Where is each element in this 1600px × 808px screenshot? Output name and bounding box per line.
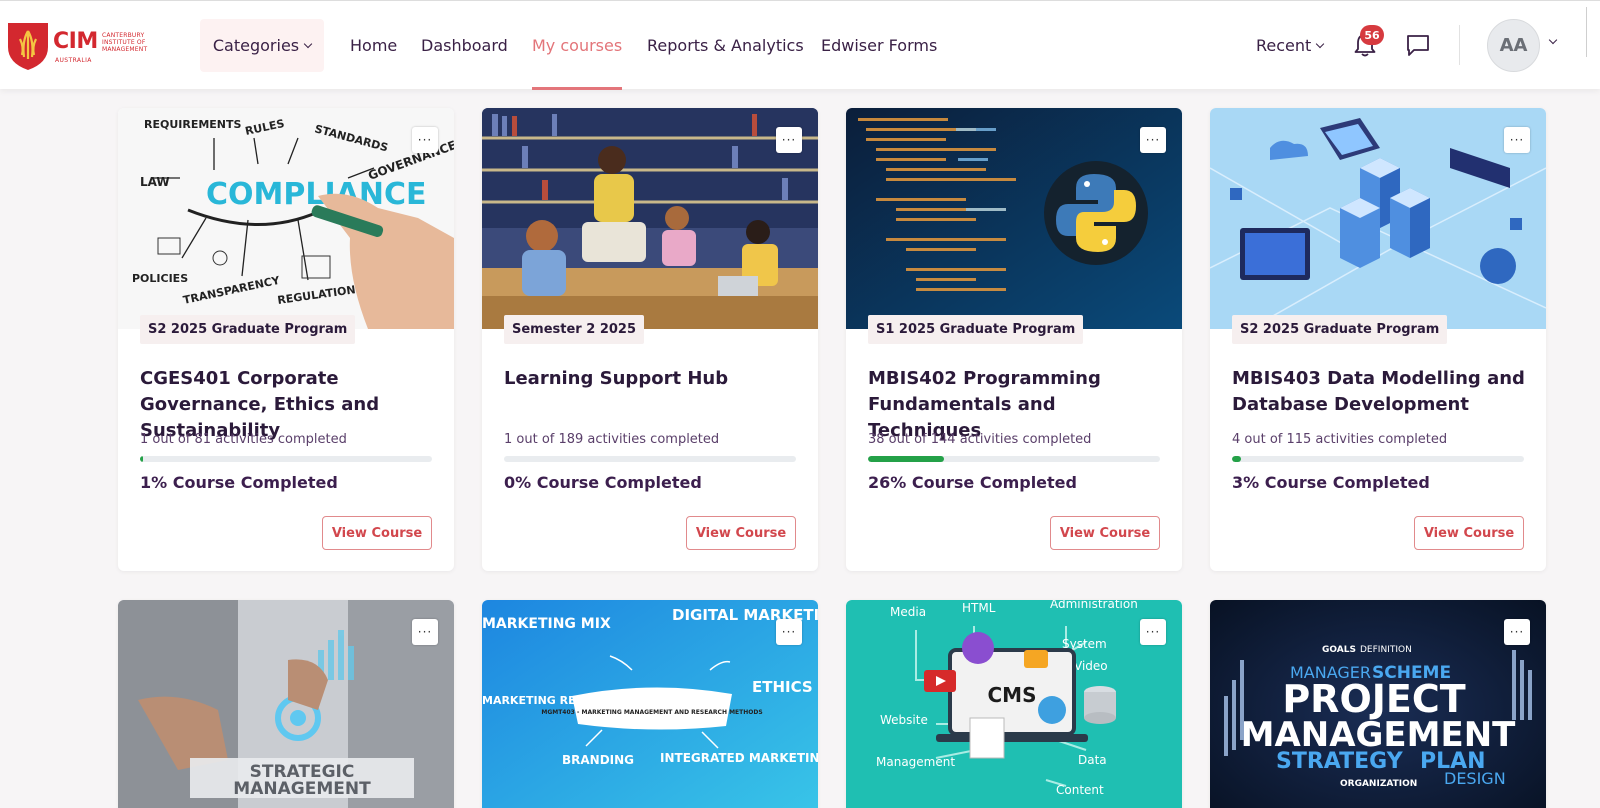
course-completion-percent: 26% Course Completed [868, 473, 1077, 492]
course-completion-percent: 1% Course Completed [140, 473, 338, 492]
course-image-strategic[interactable]: STRATEGIC MANAGEMENT ··· [118, 600, 454, 808]
course-completion-percent: 0% Course Completed [504, 473, 702, 492]
image-word: ETHICS [752, 678, 813, 696]
course-category-badge: S2 2025 Graduate Program [1232, 315, 1448, 344]
view-course-button[interactable]: View Course [322, 516, 432, 550]
image-word: MANAGER [1290, 663, 1371, 682]
course-image-compliance[interactable]: REQUIREMENTS RULES STANDARDS LAW COMPLIA… [118, 108, 454, 329]
image-word: Media [890, 605, 926, 619]
nav-reports-analytics[interactable]: Reports & Analytics [647, 1, 804, 90]
progress-bar-fill [140, 456, 143, 462]
image-word: Administration [1050, 600, 1138, 611]
course-image-python[interactable]: ··· [846, 108, 1182, 329]
course-image-students[interactable]: ··· [482, 108, 818, 329]
progress-bar-fill [1232, 456, 1241, 462]
image-word: ORGANIZATION [1340, 779, 1417, 789]
course-card: ··· S1 2025 Graduate Program MBIS402 Pro… [846, 108, 1182, 571]
activities-completed: 38 out of 144 activities completed [868, 432, 1092, 447]
activities-completed: 4 out of 115 activities completed [1232, 432, 1448, 447]
image-word: MGMT403 - MARKETING MANAGEMENT AND RESEA… [541, 709, 762, 716]
image-word: CMS [988, 683, 1037, 707]
course-card: REQUIREMENTS RULES STANDARDS LAW COMPLIA… [118, 108, 454, 571]
course-completion-percent: 3% Course Completed [1232, 473, 1430, 492]
more-options-button[interactable]: ··· [776, 619, 802, 645]
shield-logo-icon [8, 23, 48, 70]
more-options-button[interactable]: ··· [1140, 619, 1166, 645]
nav-edwiser-forms[interactable]: Edwiser Forms [821, 1, 937, 90]
nav-home[interactable]: Home [350, 1, 397, 90]
image-word: SCHEME [1372, 663, 1451, 683]
view-course-button[interactable]: View Course [1050, 516, 1160, 550]
course-category-badge: S1 2025 Graduate Program [868, 315, 1084, 344]
image-word: GOALS [1322, 645, 1356, 655]
course-title[interactable]: Learning Support Hub [504, 366, 800, 392]
more-options-button[interactable]: ··· [412, 619, 438, 645]
avatar[interactable]: AA [1487, 19, 1540, 72]
recent-label: Recent [1256, 36, 1312, 55]
edge-divider [1586, 7, 1587, 57]
course-image-marketing[interactable]: DIGITAL MARKETING MARKETING MIX ETHICS M… [482, 600, 818, 808]
logo-country-text: AUSTRALIA [55, 57, 92, 64]
progress-bar [140, 456, 432, 462]
recent-dropdown[interactable]: Recent [1256, 1, 1325, 90]
view-course-button[interactable]: View Course [1414, 516, 1524, 550]
course-title[interactable]: MBIS403 Data Modelling and Database Deve… [1232, 366, 1528, 418]
categories-label: Categories [212, 36, 300, 55]
course-image-cms[interactable]: Media HTML Administration System Video W… [846, 600, 1182, 808]
image-word: POLICIES [132, 272, 188, 285]
message-icon[interactable] [1405, 32, 1431, 58]
more-options-button[interactable]: ··· [776, 127, 802, 153]
image-word: STRATEGY [1276, 749, 1404, 774]
image-word: INTEGRATED MARKETING COMMUNICATIONS [660, 751, 818, 765]
progress-bar [504, 456, 796, 462]
more-options-button[interactable]: ··· [1140, 127, 1166, 153]
header-divider [1459, 25, 1460, 65]
image-word: BRANDING [562, 753, 634, 767]
course-card: DIGITAL MARKETING MARKETING MIX ETHICS M… [482, 600, 818, 808]
image-word: LAW [140, 175, 170, 189]
image-word: Data [1078, 753, 1107, 767]
chevron-down-icon [303, 39, 313, 48]
more-options-button[interactable]: ··· [412, 127, 438, 153]
activities-completed: 1 out of 81 activities completed [140, 432, 347, 447]
image-word: HTML [962, 601, 996, 615]
nav-my-courses[interactable]: My courses [532, 1, 623, 90]
progress-bar [1232, 456, 1524, 462]
logo-sub-text: CANTERBURY INSTITUTE OF MANAGEMENT [102, 32, 148, 53]
image-word: Management [876, 755, 955, 769]
chevron-down-icon [1316, 39, 1325, 48]
more-options-button[interactable]: ··· [1504, 619, 1530, 645]
image-word: MARKETING MIX [482, 616, 611, 632]
activities-completed: 1 out of 189 activities completed [504, 432, 720, 447]
image-word: Website [880, 713, 928, 727]
image-word: DESIGN [1444, 769, 1506, 788]
view-course-button[interactable]: View Course [686, 516, 796, 550]
course-image-isometric[interactable]: ··· [1210, 108, 1546, 329]
cim-logo[interactable]: CIM CANTERBURY INSTITUTE OF MANAGEMENT A… [6, 17, 156, 73]
categories-dropdown[interactable]: Categories [200, 19, 324, 72]
image-word: Video [1074, 659, 1108, 673]
course-category-badge: Semester 2 2025 [504, 315, 645, 344]
course-card: ··· S2 2025 Graduate Program MBIS403 Dat… [1210, 108, 1546, 571]
course-card: PROJECT MANAGEMENT STRATEGY PLAN SCHEME … [1210, 600, 1546, 808]
image-word: DEFINITION [1360, 645, 1412, 655]
course-image-project[interactable]: PROJECT MANAGEMENT STRATEGY PLAN SCHEME … [1210, 600, 1546, 808]
course-card: Media HTML Administration System Video W… [846, 600, 1182, 808]
progress-bar-fill [868, 456, 944, 462]
top-navbar: CIM CANTERBURY INSTITUTE OF MANAGEMENT A… [0, 0, 1600, 90]
notification-badge: 56 [1360, 25, 1384, 45]
image-word: MANAGEMENT [233, 779, 371, 799]
course-card: STRATEGIC MANAGEMENT ··· [118, 600, 454, 808]
user-menu-chevron-icon[interactable] [1548, 35, 1558, 45]
course-category-badge: S2 2025 Graduate Program [140, 315, 356, 344]
nav-dashboard[interactable]: Dashboard [421, 1, 508, 90]
image-word: Content [1056, 783, 1104, 797]
progress-bar [868, 456, 1160, 462]
image-word: REQUIREMENTS [144, 118, 242, 131]
more-options-button[interactable]: ··· [1504, 127, 1530, 153]
course-card: ··· Semester 2 2025 Learning Support Hub… [482, 108, 818, 571]
logo-main-text: CIM [53, 29, 98, 54]
